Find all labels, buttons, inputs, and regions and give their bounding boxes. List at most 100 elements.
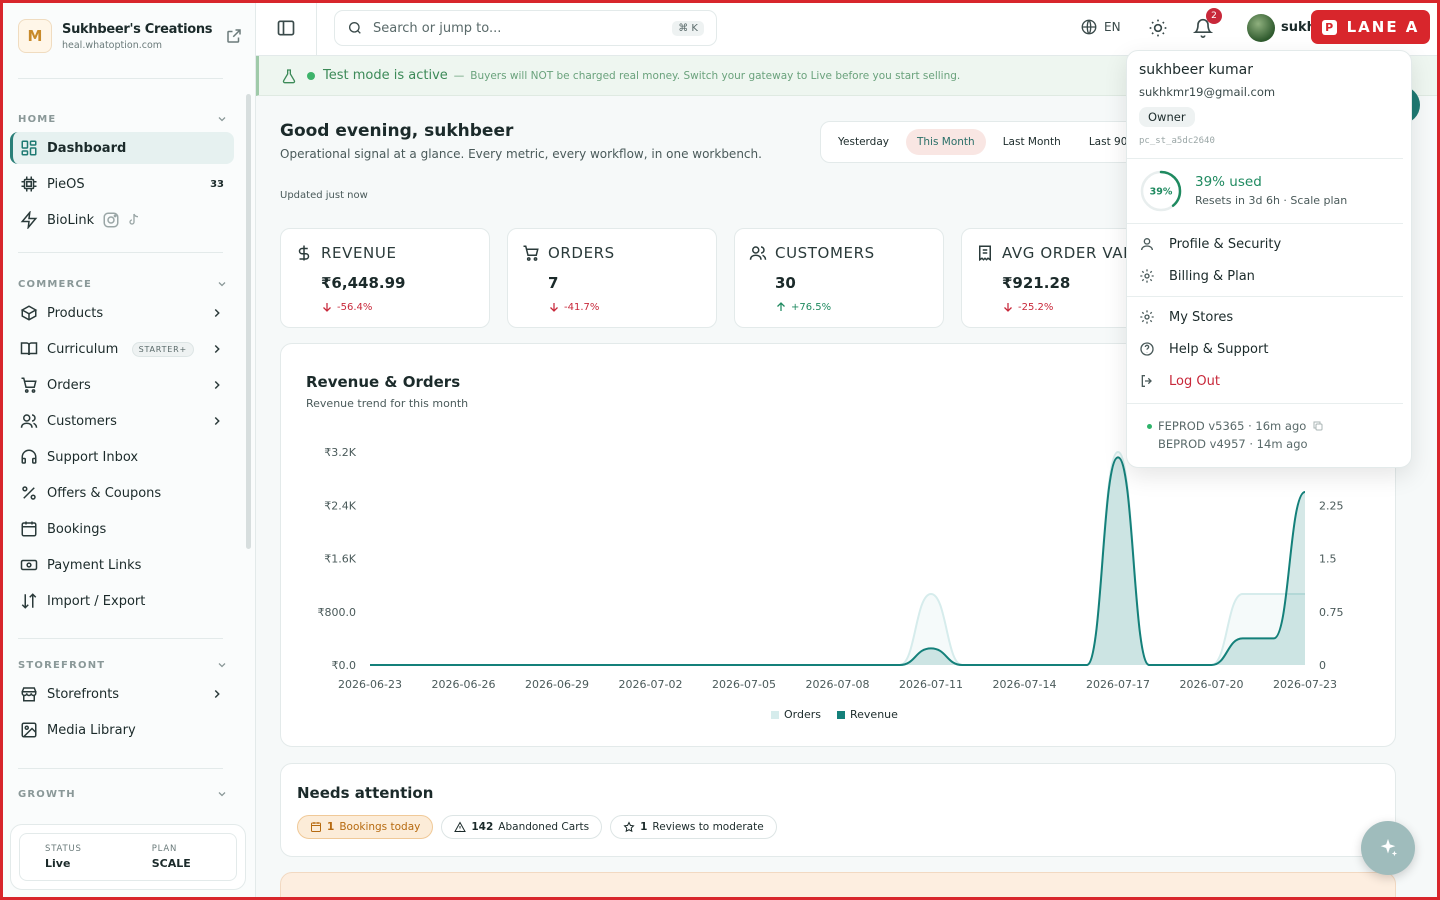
- image-icon: [21, 722, 37, 738]
- y-left-tick-label: ₹1.6K: [324, 553, 356, 566]
- arrow-down-icon: [550, 303, 558, 312]
- star-icon: [623, 821, 635, 833]
- sidebar-item-media-library[interactable]: Media Library: [10, 714, 234, 746]
- section-growth[interactable]: GROWTH: [18, 788, 228, 800]
- menu-item-my-stores[interactable]: My Stores: [1139, 309, 1233, 325]
- series-area-revenue: [370, 457, 1305, 665]
- range-this-month[interactable]: This Month: [905, 129, 986, 155]
- sidebar-item-label: Storefronts: [47, 686, 120, 702]
- search-box[interactable]: ⌘ K: [334, 10, 717, 46]
- copy-icon[interactable]: [1312, 420, 1324, 432]
- series-line-orders: [370, 450, 1305, 666]
- kpi-label: ORDERS: [548, 244, 615, 262]
- chevron-right-icon: [214, 689, 220, 699]
- kpi-value: ₹921.28: [1002, 274, 1071, 292]
- section-label: HOME: [18, 113, 57, 125]
- sidebar-item-storefronts[interactable]: Storefronts: [10, 678, 234, 710]
- section-label: STOREFRONT: [18, 659, 106, 671]
- sidebar-item-label: Curriculum: [47, 341, 119, 357]
- usage-percent: 39%: [1150, 187, 1173, 198]
- notification-badge: 2: [1206, 8, 1222, 24]
- series-line-revenue: [370, 456, 1306, 666]
- chart-legend: Orders Revenue: [771, 708, 898, 721]
- divider: [18, 252, 223, 253]
- chip-icon: [21, 176, 37, 192]
- kpi-label: CUSTOMERS: [775, 244, 875, 262]
- external-link-icon[interactable]: [225, 27, 243, 45]
- usage-title: 39% used: [1195, 174, 1262, 190]
- kpi-card-orders[interactable]: ORDERS 7 -41.7%: [507, 228, 717, 328]
- section-label: COMMERCE: [18, 278, 93, 290]
- divider: [1127, 158, 1403, 159]
- users-icon: [749, 246, 767, 260]
- menu-item-logout[interactable]: Log Out: [1139, 373, 1220, 389]
- menu-item-billing[interactable]: Billing & Plan: [1139, 268, 1255, 284]
- sidebar-item-support-inbox[interactable]: Support Inbox: [10, 441, 234, 473]
- y-left-tick-label: ₹3.2K: [324, 446, 356, 459]
- search-input[interactable]: [373, 20, 643, 36]
- chip-bookings-today[interactable]: 1 Bookings today: [297, 815, 434, 839]
- range-last-month[interactable]: Last Month: [992, 129, 1072, 155]
- divider: [1127, 296, 1403, 297]
- y-right-tick-label: 1.5: [1319, 553, 1337, 566]
- sidebar-item-offers[interactable]: Offers & Coupons: [10, 477, 234, 509]
- sidebar-item-orders[interactable]: Orders: [10, 369, 234, 401]
- sidebar-item-products[interactable]: Products: [10, 297, 234, 329]
- legend-swatch: [771, 711, 779, 719]
- sidebar-item-label: Bookings: [47, 521, 107, 537]
- usage-subtitle: Resets in 3d 6h · Scale plan: [1195, 194, 1348, 207]
- avatar[interactable]: [1247, 14, 1275, 42]
- sidebar-item-label: Products: [47, 305, 104, 321]
- shortcut-hint: ⌘ K: [672, 20, 704, 36]
- theme-toggle-icon[interactable]: [1148, 18, 1168, 38]
- divider: [1127, 403, 1403, 404]
- search-icon: [349, 22, 361, 34]
- page-title: Good evening, sukhbeer: [280, 121, 514, 141]
- range-yesterday[interactable]: Yesterday: [827, 129, 900, 155]
- sidebar-toggle-icon[interactable]: [276, 18, 296, 38]
- brand[interactable]: M Sukhbeer's Creations heal.whatoption.c…: [18, 16, 243, 56]
- chip-label: Abandoned Carts: [498, 821, 590, 833]
- chevron-down-icon: [218, 117, 226, 122]
- sidebar-item-bookings[interactable]: Bookings: [10, 513, 234, 545]
- section-label: GROWTH: [18, 788, 76, 800]
- language-switcher[interactable]: EN: [1080, 18, 1121, 36]
- sidebar-item-label: Customers: [47, 413, 117, 429]
- section-home[interactable]: HOME: [18, 113, 228, 125]
- sidebar-item-biolink[interactable]: BioLink: [10, 204, 234, 236]
- sidebar-item-pieos[interactable]: PieOS 33: [10, 168, 234, 200]
- role-badge: Owner: [1139, 107, 1195, 127]
- menu-item-profile[interactable]: Profile & Security: [1139, 236, 1281, 252]
- legend-revenue[interactable]: Revenue: [837, 708, 898, 721]
- kpi-value: 30: [775, 274, 796, 292]
- kpi-value: ₹6,448.99: [321, 274, 406, 292]
- date-range-picker: Yesterday This Month Last Month Last 90 …: [820, 121, 1160, 163]
- sidebar-item-dashboard[interactable]: Dashboard: [10, 132, 234, 164]
- legend-orders[interactable]: Orders: [771, 708, 821, 721]
- gear-icon: [1140, 310, 1154, 324]
- divider: [18, 78, 223, 79]
- warning-icon: [454, 821, 467, 832]
- section-commerce[interactable]: COMMERCE: [18, 278, 228, 290]
- sidebar-scrollbar[interactable]: [246, 94, 251, 549]
- kpi-card-customers[interactable]: CUSTOMERS 30 +76.5%: [734, 228, 944, 328]
- ai-assistant-button[interactable]: [1361, 821, 1415, 875]
- version-text: BEPROD v4957 · 14m ago: [1158, 437, 1308, 451]
- menu-item-label: My Stores: [1169, 309, 1234, 325]
- sidebar-item-customers[interactable]: Customers: [10, 405, 234, 437]
- page-subtitle: Operational signal at a glance. Every me…: [280, 147, 762, 161]
- section-storefront[interactable]: STOREFRONT: [18, 659, 228, 671]
- menu-item-label: Profile & Security: [1169, 236, 1282, 252]
- sidebar-item-curriculum[interactable]: Curriculum STARTER+: [10, 333, 234, 365]
- lightning-icon: [20, 211, 38, 229]
- chip-abandoned-carts[interactable]: 142 Abandoned Carts: [441, 815, 603, 839]
- sidebar-item-import-export[interactable]: Import / Export: [10, 585, 234, 617]
- kpi-card-revenue[interactable]: REVENUE ₹6,448.99 -56.4%: [280, 228, 490, 328]
- chip-reviews-to-moderate[interactable]: 1 Reviews to moderate: [610, 815, 777, 839]
- menu-item-help[interactable]: Help & Support: [1139, 341, 1268, 357]
- logout-icon: [1141, 375, 1152, 387]
- sidebar-item-payment-links[interactable]: Payment Links: [10, 549, 234, 581]
- arrow-up-icon: [777, 302, 785, 311]
- alert-card: [280, 872, 1396, 900]
- arrow-down-icon: [1004, 303, 1012, 312]
